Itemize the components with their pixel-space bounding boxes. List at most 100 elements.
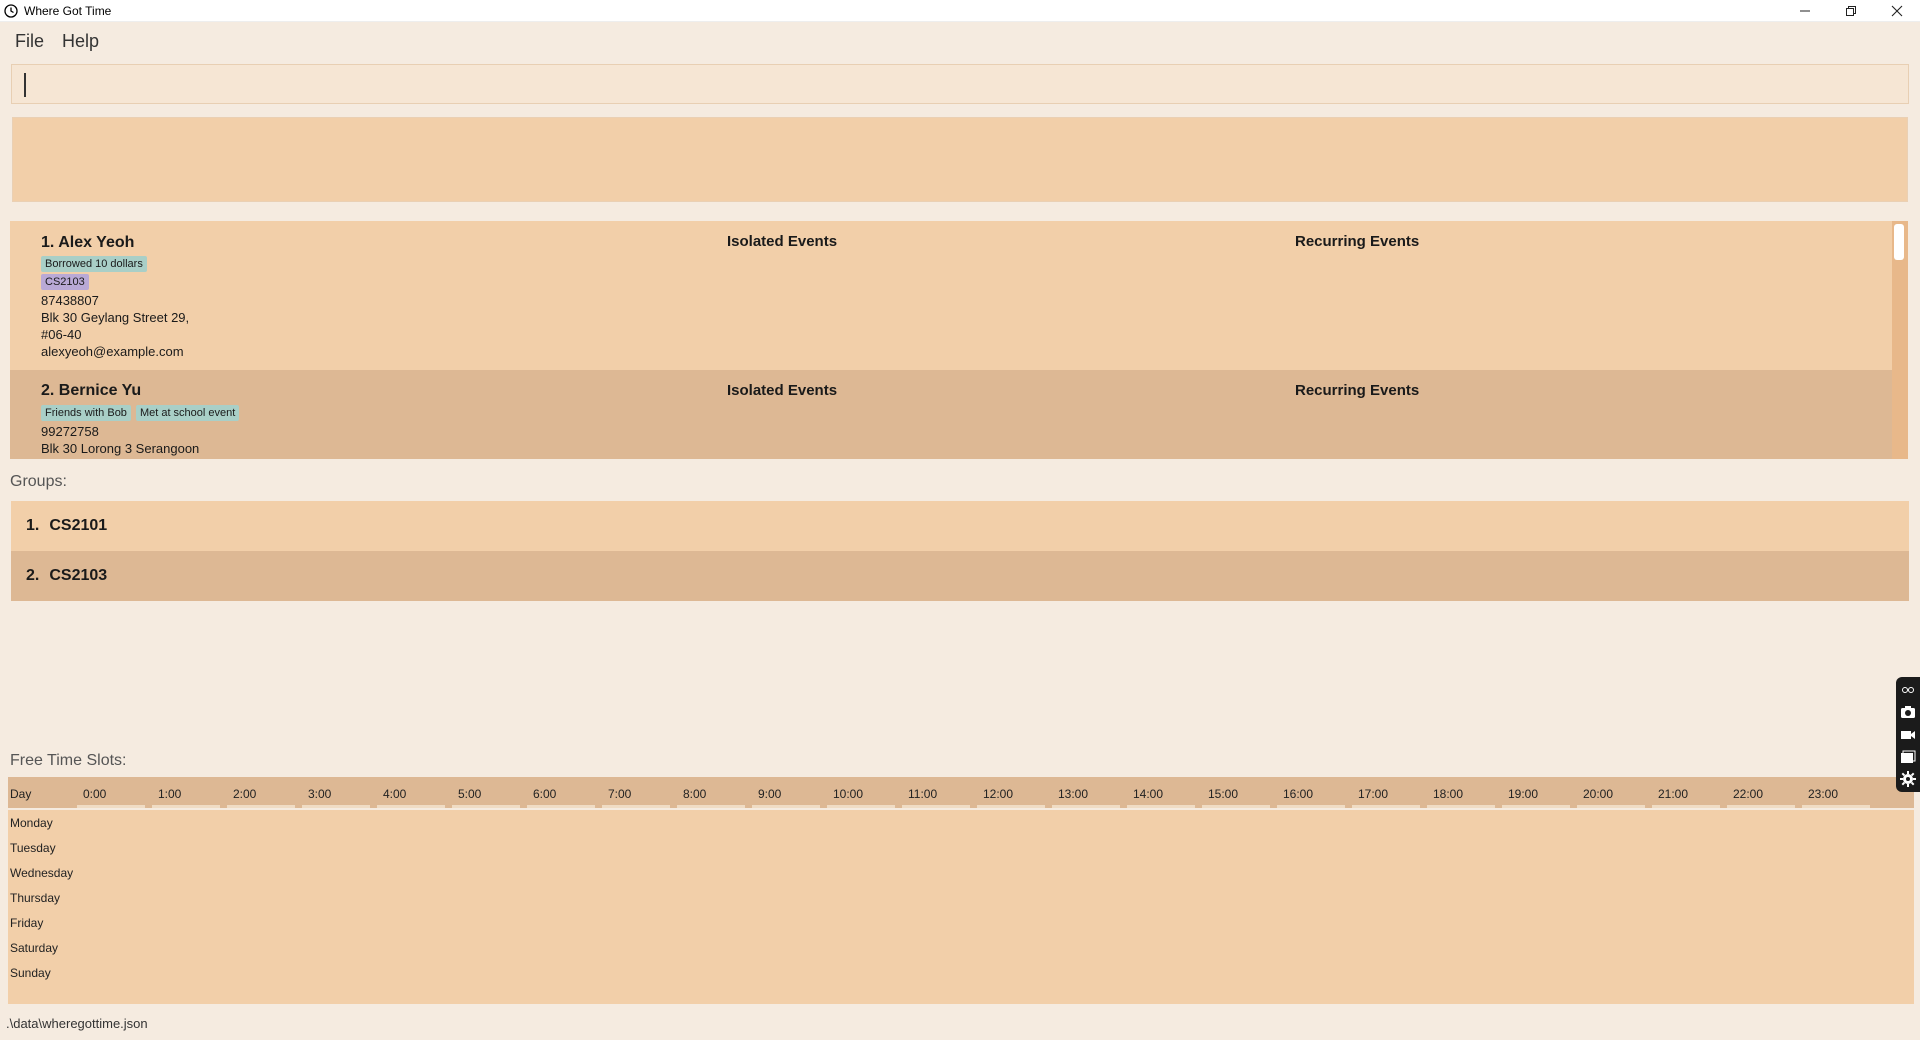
hour-column-header: 10:00: [833, 787, 864, 801]
hour-column-divider: [1577, 805, 1645, 808]
command-box[interactable]: [11, 64, 1909, 104]
group-tag-row: CS2103: [41, 274, 89, 290]
tag-row: Borrowed 10 dollars: [41, 256, 147, 272]
hour-column-divider: [677, 805, 745, 808]
hour-column-header: 6:00: [533, 787, 557, 801]
result-display: [12, 117, 1908, 202]
hour-column-divider: [452, 805, 520, 808]
group-list: 1. CS2101 2. CS2103: [11, 501, 1909, 601]
isolated-events-heading: Isolated Events: [727, 233, 838, 250]
person-card[interactable]: 1. Alex Yeoh Borrowed 10 dollars CS2103 …: [10, 221, 1892, 370]
hour-column-divider: [1052, 805, 1120, 808]
group-index: 2.: [26, 567, 40, 584]
hour-column-divider: [1277, 805, 1345, 808]
gear-icon[interactable]: [1899, 770, 1917, 788]
hour-column-header: 0:00: [83, 787, 107, 801]
hour-column-divider: [227, 805, 295, 808]
person-name: 2. Bernice Yu: [41, 382, 142, 399]
hour-column-divider: [1427, 805, 1495, 808]
clock-icon: [3, 3, 19, 19]
hour-column-header: 20:00: [1583, 787, 1614, 801]
hour-column-divider: [1802, 805, 1870, 808]
hour-column-header: 1:00: [158, 787, 182, 801]
day-row-label: Friday: [10, 916, 44, 930]
text-cursor: [24, 73, 26, 97]
timetable-header: Day 0:00 1:00 2:00 3:00 4:00 5:00 6:00 7:00 8:00…: [8, 777, 1914, 810]
hour-column-header: 4:00: [383, 787, 407, 801]
hour-column-divider: [527, 805, 595, 808]
hour-column-header: 7:00: [608, 787, 632, 801]
gallery-icon[interactable]: [1899, 748, 1917, 766]
hour-column-divider: [1652, 805, 1720, 808]
hour-column-divider: [1127, 805, 1195, 808]
free-time-label: Free Time Slots:: [10, 752, 127, 769]
minimize-icon: [1800, 10, 1810, 12]
window-controls: [1782, 0, 1920, 22]
hour-column-header: 2:00: [233, 787, 257, 801]
hour-column-header: 12:00: [983, 787, 1014, 801]
status-file-path: .\data\wheregottime.json: [6, 1016, 148, 1031]
menu-file[interactable]: File: [6, 31, 53, 52]
person-list-scrollbar[interactable]: [1892, 221, 1908, 459]
hour-column-divider: [77, 805, 145, 808]
person-card[interactable]: 2. Bernice Yu Friends with Bob Met at sc…: [10, 370, 1892, 459]
tag-row: Friends with Bob Met at school event: [41, 405, 240, 421]
title-bar: Where Got Time: [0, 0, 1920, 22]
address-line-2: #06-40: [41, 327, 82, 342]
close-button[interactable]: [1874, 0, 1920, 22]
command-input[interactable]: [12, 65, 1908, 103]
hour-column-divider: [302, 805, 370, 808]
hour-column-header: 17:00: [1358, 787, 1389, 801]
group-item[interactable]: 2. CS2103: [11, 551, 1909, 601]
menu-bar: File Help: [0, 22, 1920, 60]
day-column-header: Day: [10, 787, 32, 801]
hour-column-divider: [602, 805, 670, 808]
hour-column-divider: [377, 805, 445, 808]
email: alexyeoh@example.com: [41, 344, 184, 359]
hour-column-header: 14:00: [1133, 787, 1164, 801]
tag: Met at school event: [135, 405, 240, 421]
groups-label: Groups:: [10, 473, 67, 490]
phone: 87438807: [41, 293, 99, 308]
hour-column-divider: [1202, 805, 1270, 808]
group-tag: CS2103: [41, 274, 89, 290]
hour-column-header: 23:00: [1808, 787, 1839, 801]
scrollbar-thumb[interactable]: [1894, 224, 1904, 260]
link-icon[interactable]: [1899, 681, 1917, 699]
window-title: Where Got Time: [24, 3, 112, 18]
menu-help[interactable]: Help: [53, 31, 108, 52]
hour-column-divider: [752, 805, 820, 808]
person-name: 1. Alex Yeoh: [41, 234, 135, 251]
floating-toolbar: [1896, 677, 1920, 792]
restore-icon: [1846, 6, 1856, 16]
day-row-label: Thursday: [10, 891, 61, 905]
person-list[interactable]: 1. Alex Yeoh Borrowed 10 dollars CS2103 …: [10, 221, 1908, 459]
address-line-1: Blk 30 Lorong 3 Serangoon: [41, 441, 200, 456]
free-time-table: Day 0:00 1:00 2:00 3:00 4:00 5:00 6:00 7:00 8:00…: [8, 777, 1914, 1004]
recurring-events-heading: Recurring Events: [1295, 382, 1420, 399]
camera-icon[interactable]: [1899, 703, 1917, 721]
hour-column-divider: [977, 805, 1045, 808]
day-row-label: Tuesday: [10, 841, 56, 855]
minimize-button[interactable]: [1782, 0, 1828, 22]
hour-column-header: 11:00: [908, 787, 938, 801]
group-item[interactable]: 1. CS2101: [11, 501, 1909, 551]
hour-column-header: 8:00: [683, 787, 707, 801]
hour-column-divider: [827, 805, 895, 808]
hour-column-header: 15:00: [1208, 787, 1239, 801]
day-row-label: Wednesday: [10, 866, 74, 880]
tag: Borrowed 10 dollars: [41, 256, 147, 272]
isolated-events-heading: Isolated Events: [727, 382, 838, 399]
day-row-label: Saturday: [10, 941, 59, 955]
day-row-label: Monday: [10, 816, 53, 830]
hour-column-header: 19:00: [1508, 787, 1539, 801]
hour-column-header: 21:00: [1658, 787, 1689, 801]
group-name: CS2101: [49, 517, 108, 534]
hour-column-header: 13:00: [1058, 787, 1089, 801]
phone: 99272758: [41, 424, 99, 439]
hour-column-divider: [1502, 805, 1570, 808]
hour-column-header: 16:00: [1283, 787, 1314, 801]
restore-button[interactable]: [1828, 0, 1874, 22]
hour-column-divider: [902, 805, 970, 808]
video-icon[interactable]: [1899, 725, 1917, 743]
